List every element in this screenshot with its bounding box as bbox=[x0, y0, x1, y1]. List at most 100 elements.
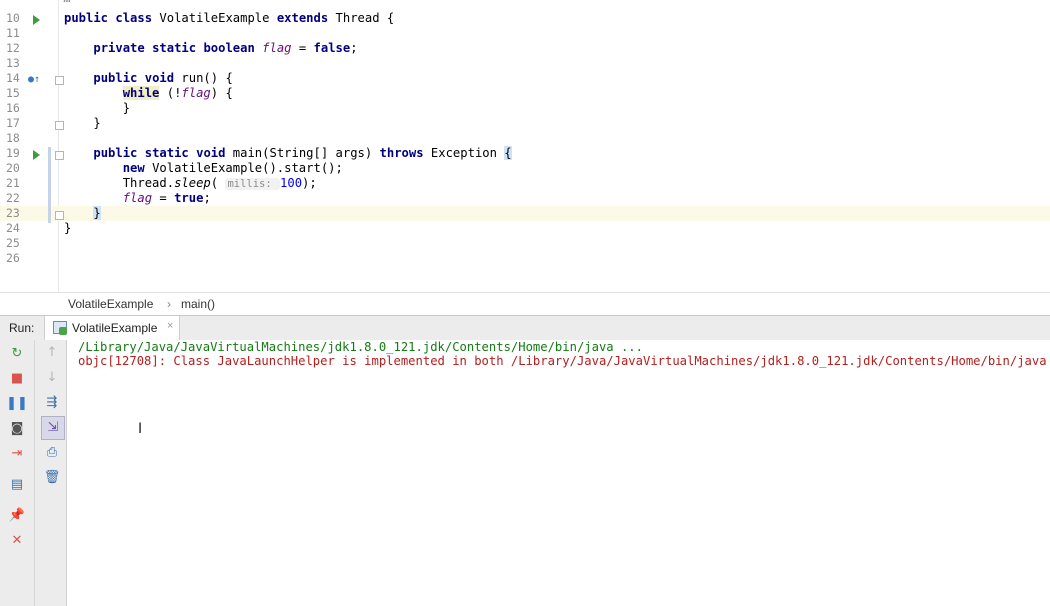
tab-close-icon[interactable]: × bbox=[167, 320, 173, 332]
camera-icon[interactable]: ◙ bbox=[6, 418, 28, 440]
line-number: 12 bbox=[6, 41, 20, 55]
code-token: public bbox=[93, 71, 145, 85]
code-line[interactable]: 25 bbox=[0, 236, 1050, 251]
line-number: 16 bbox=[6, 101, 20, 115]
pin-icon[interactable]: 📌 bbox=[6, 505, 28, 527]
line-number: 10 bbox=[6, 11, 20, 25]
line-number: 24 bbox=[6, 221, 20, 235]
layout-icon[interactable]: ▤ bbox=[6, 474, 28, 496]
print-icon[interactable]: ⎙ bbox=[41, 442, 63, 464]
code-text[interactable]: new VolatileExample().start(); bbox=[64, 161, 343, 176]
run-tab-label: VolatileExample bbox=[72, 321, 158, 335]
trash-icon[interactable]: 🗑 bbox=[41, 467, 63, 489]
code-line[interactable]: 11 bbox=[0, 26, 1050, 41]
code-line[interactable]: 13 bbox=[0, 56, 1050, 71]
close-icon[interactable]: ✕ bbox=[6, 530, 28, 552]
override-marker-icon[interactable]: ●↑ bbox=[28, 72, 40, 87]
code-editor[interactable]: … 10 public class VolatileExample extends… bbox=[0, 0, 1050, 292]
login-icon[interactable]: ⇥ bbox=[6, 443, 28, 465]
code-token: new bbox=[122, 161, 153, 175]
code-text[interactable]: flag = true; bbox=[64, 191, 211, 206]
line-number: 21 bbox=[6, 176, 20, 190]
vcs-change-bar bbox=[48, 147, 51, 223]
pause-icon[interactable]: ❚❚ bbox=[6, 393, 28, 415]
rerun-icon[interactable]: ↻ bbox=[6, 343, 28, 365]
code-line[interactable]: 23 } bbox=[0, 206, 1050, 221]
code-token: public bbox=[93, 146, 145, 160]
code-text[interactable]: Thread.sleep( millis: 100); bbox=[64, 176, 317, 192]
fold-toggle-icon[interactable] bbox=[55, 76, 64, 85]
code-line[interactable]: 14 public void run() { bbox=[0, 71, 1050, 86]
code-token: public bbox=[64, 11, 116, 25]
code-line[interactable]: 26 bbox=[0, 251, 1050, 266]
code-line[interactable]: 19 public static void main(String[] args… bbox=[0, 146, 1050, 161]
scroll-to-end-icon[interactable]: ⇲ bbox=[41, 416, 65, 440]
run-toolbar-right: ↑ ↓ ⇶ ⇲ ⎙ 🗑 bbox=[35, 340, 67, 606]
breadcrumb-separator: › bbox=[167, 297, 171, 311]
line-number: 18 bbox=[6, 131, 20, 145]
run-main-gutter-icon[interactable] bbox=[33, 150, 40, 160]
code-text[interactable]: public class VolatileExample extends Thr… bbox=[64, 11, 394, 26]
code-token: throws bbox=[379, 146, 431, 160]
breadcrumb-class[interactable]: VolatileExample bbox=[68, 297, 153, 311]
code-token: (! bbox=[159, 86, 182, 100]
code-line[interactable]: 21 Thread.sleep( millis: 100); bbox=[0, 176, 1050, 191]
code-token: Thread { bbox=[335, 11, 395, 25]
code-token: ( bbox=[210, 176, 226, 190]
line-number: 22 bbox=[6, 191, 20, 205]
console-output[interactable]: /Library/Java/JavaVirtualMachines/jdk1.8… bbox=[67, 340, 1050, 606]
code-token: } bbox=[64, 116, 101, 130]
code-token: sleep bbox=[174, 176, 211, 190]
run-panel-header: Run: VolatileExample × bbox=[0, 315, 1050, 341]
code-text[interactable]: } bbox=[64, 221, 71, 236]
code-token: run() { bbox=[181, 71, 233, 85]
line-number: 15 bbox=[6, 86, 20, 100]
run-tab-volatileexample[interactable]: VolatileExample × bbox=[44, 316, 180, 340]
code-line[interactable]: 16 } bbox=[0, 101, 1050, 116]
code-text[interactable]: public void run() { bbox=[64, 71, 233, 86]
code-line[interactable]: 15 while (!flag) { bbox=[0, 86, 1050, 101]
code-token: millis: bbox=[225, 178, 281, 190]
code-line[interactable]: 17 } bbox=[0, 116, 1050, 131]
code-text[interactable]: public static void main(String[] args) t… bbox=[64, 146, 512, 161]
code-text[interactable]: private static boolean flag = false; bbox=[64, 41, 357, 56]
fold-toggle-icon[interactable] bbox=[55, 211, 64, 220]
code-token: false bbox=[313, 41, 351, 55]
code-line[interactable]: 20 new VolatileExample().start(); bbox=[0, 161, 1050, 176]
code-token: flag bbox=[122, 191, 153, 205]
code-token: ; bbox=[203, 191, 211, 205]
code-text[interactable]: } bbox=[64, 206, 101, 221]
code-line[interactable]: 10 public class VolatileExample extends T… bbox=[0, 11, 1050, 26]
code-token: = bbox=[152, 191, 175, 205]
code-line[interactable]: 18 bbox=[0, 131, 1050, 146]
fold-toggle-icon[interactable] bbox=[55, 151, 64, 160]
soft-wrap-icon[interactable]: ⇶ bbox=[41, 392, 63, 414]
code-token: 100 bbox=[280, 176, 303, 190]
stop-icon[interactable]: ■ bbox=[6, 368, 28, 390]
code-line[interactable]: 12 private static boolean flag = false; bbox=[0, 41, 1050, 56]
run-gutter-icon[interactable] bbox=[33, 15, 40, 25]
code-token: ) { bbox=[210, 86, 233, 100]
code-token: static bbox=[152, 41, 204, 55]
code-line[interactable]: 22 flag = true; bbox=[0, 191, 1050, 206]
code-text[interactable]: while (!flag) { bbox=[64, 86, 233, 101]
fold-toggle-icon[interactable] bbox=[55, 121, 64, 130]
code-token: flag bbox=[262, 41, 292, 55]
code-token: private bbox=[93, 41, 153, 55]
code-line[interactable]: 24} bbox=[0, 221, 1050, 236]
up-arrow-icon[interactable]: ↑ bbox=[41, 342, 63, 364]
line-number: 14 bbox=[6, 71, 20, 85]
code-text[interactable]: } bbox=[64, 101, 130, 116]
text-cursor-icon: I bbox=[138, 421, 143, 437]
breadcrumb-method[interactable]: main() bbox=[181, 297, 215, 311]
code-text[interactable]: } bbox=[64, 116, 101, 131]
code-token: Exception bbox=[430, 146, 505, 160]
code-token: VolatileExample().start(); bbox=[152, 161, 343, 175]
line-number: 25 bbox=[6, 236, 20, 250]
code-token: } bbox=[64, 221, 72, 235]
code-token: main(String[] args) bbox=[232, 146, 380, 160]
down-arrow-icon[interactable]: ↓ bbox=[41, 367, 63, 389]
